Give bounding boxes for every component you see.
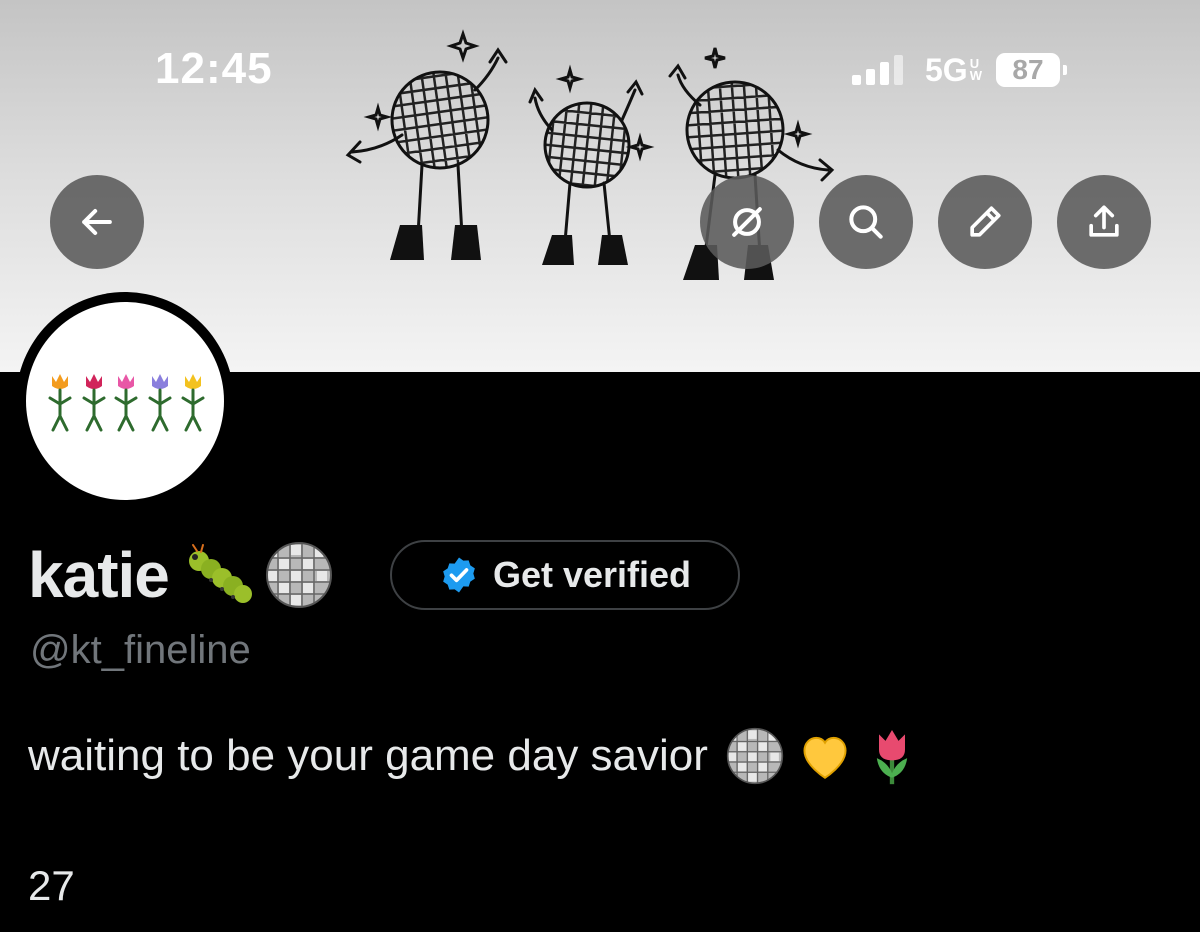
network-label: 5G (925, 51, 968, 88)
yellow-heart-emoji (803, 736, 847, 779)
name-emojis (185, 541, 333, 609)
avatar-image (26, 302, 224, 500)
network-suffix: U W (969, 56, 982, 83)
profile-count: 27 (28, 862, 75, 909)
disco-ball-emoji (726, 727, 784, 785)
get-verified-label: Get verified (492, 554, 692, 595)
display-name: katie (28, 539, 170, 611)
share-button[interactable] (1057, 175, 1151, 269)
grok-icon (732, 207, 762, 237)
cellular-signal-icon (852, 55, 903, 85)
bio-emojis (726, 725, 918, 787)
profile-bio: waiting to be your game day savior (28, 725, 918, 787)
edit-button[interactable] (938, 175, 1032, 269)
search-icon (849, 205, 883, 239)
status-icons: 5G U W 87 (852, 50, 1067, 90)
caterpillar-emoji (188, 544, 252, 603)
grok-button[interactable] (700, 175, 794, 269)
bio-text: waiting to be your game day savior (28, 731, 708, 780)
share-icon (1089, 205, 1119, 237)
verified-badge-icon (443, 557, 475, 593)
battery-level: 87 (1012, 54, 1044, 85)
edit-icon (970, 206, 1001, 237)
network-indicator: 5G U W (925, 52, 982, 89)
status-time: 12:45 (155, 44, 273, 93)
disco-ball-emoji (265, 542, 332, 608)
battery-icon: 87 (995, 53, 1067, 87)
get-verified-button[interactable]: Get verified (390, 540, 740, 610)
tulip-emoji (876, 730, 908, 785)
arrow-left-icon (82, 208, 112, 236)
profile-name-row: katie (28, 539, 333, 611)
user-handle: @kt_fineline (30, 628, 251, 672)
search-button[interactable] (819, 175, 913, 269)
dancing-tulips-illustration (48, 374, 205, 432)
back-button[interactable] (50, 175, 144, 269)
profile-avatar[interactable] (16, 292, 234, 510)
